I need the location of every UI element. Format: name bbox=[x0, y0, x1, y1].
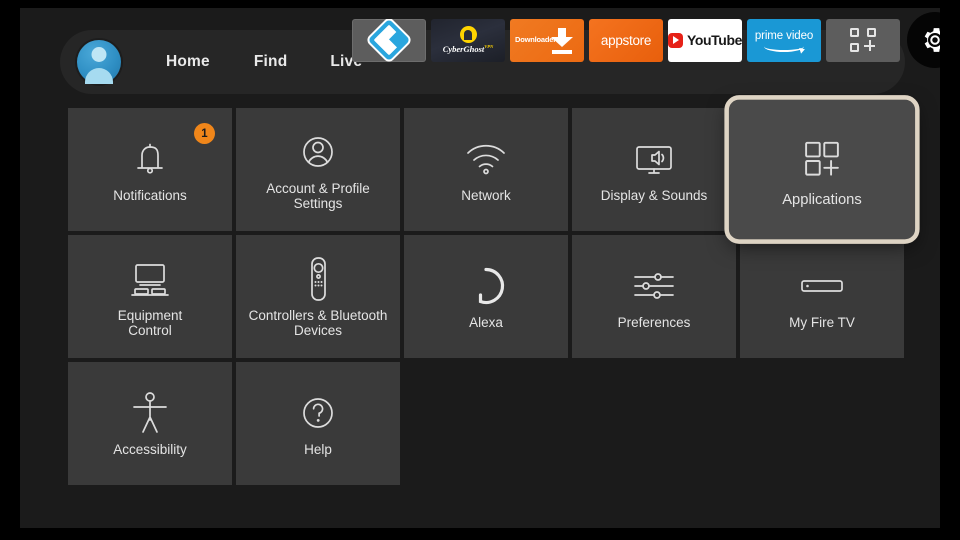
firestick-icon bbox=[798, 263, 846, 309]
download-arrow-icon bbox=[551, 27, 573, 54]
bell-icon bbox=[128, 136, 172, 182]
app-icon-kodi[interactable] bbox=[352, 18, 426, 62]
avatar-body bbox=[85, 68, 113, 84]
kodi-logo-icon bbox=[367, 18, 411, 62]
tile-preferences[interactable]: Preferences bbox=[572, 235, 736, 358]
app-grid-icon bbox=[797, 131, 847, 183]
tile-help[interactable]: Help bbox=[236, 362, 400, 485]
app-icon-youtube[interactable]: YouTube bbox=[668, 18, 742, 62]
wifi-icon bbox=[463, 136, 509, 182]
tile-empty bbox=[572, 362, 736, 485]
tile-label: Account & Profile Settings bbox=[266, 180, 370, 211]
app-icon-appstore[interactable]: appstore bbox=[589, 18, 663, 62]
accessibility-icon bbox=[130, 390, 170, 436]
gear-icon bbox=[924, 28, 940, 52]
tile-empty bbox=[404, 362, 568, 485]
person-icon bbox=[296, 129, 340, 175]
notifications-badge: 1 bbox=[194, 123, 215, 144]
question-circle-icon bbox=[296, 390, 340, 436]
tile-controllers-and-bluetooth-devices[interactable]: Controllers & Bluetooth Devices bbox=[236, 235, 400, 358]
tile-label: Alexa bbox=[469, 315, 503, 330]
tile-account-profile-settings[interactable]: Account & Profile Settings bbox=[236, 108, 400, 231]
nav-item-home[interactable]: Home bbox=[166, 53, 210, 71]
tile-label: Applications bbox=[782, 190, 862, 208]
amazon-smile-icon bbox=[764, 41, 804, 52]
app-grid-plus-icon bbox=[850, 28, 876, 52]
appstore-label: appstore bbox=[600, 32, 652, 48]
fire-tv-screen: Home Find Live CyberGhostVPN Downloader … bbox=[20, 8, 940, 528]
app-icon-cyberghost[interactable]: CyberGhostVPN bbox=[431, 18, 505, 62]
profile-avatar[interactable] bbox=[77, 40, 121, 84]
downloader-label: Downloader bbox=[515, 34, 556, 44]
tile-label: Accessibility bbox=[113, 442, 187, 457]
remote-icon bbox=[303, 256, 333, 302]
tv-equipment-icon bbox=[127, 256, 173, 302]
app-icon-downloader[interactable]: Downloader bbox=[510, 18, 584, 62]
tile-label: Equipment Control bbox=[117, 307, 183, 338]
app-icon-prime-video[interactable]: prime video bbox=[747, 18, 821, 62]
tile-label: Display & Sounds bbox=[600, 188, 708, 203]
tile-label: Preferences bbox=[617, 315, 691, 330]
avatar-head bbox=[91, 47, 107, 62]
settings-grid: 1 Notifications Account & Profile Settin… bbox=[68, 95, 920, 485]
tile-label: Controllers & Bluetooth Devices bbox=[248, 307, 388, 338]
cyberghost-ghost-icon bbox=[459, 26, 477, 43]
app-shortcut-strip: CyberGhostVPN Downloader appstore YouTub… bbox=[352, 12, 940, 68]
tile-label: My Fire TV bbox=[789, 315, 855, 330]
tile-notifications[interactable]: 1 Notifications bbox=[68, 108, 232, 231]
app-icon-see-all-apps[interactable] bbox=[826, 18, 900, 62]
tile-empty bbox=[740, 362, 904, 485]
tv-speaker-icon bbox=[631, 136, 677, 182]
tile-label: Help bbox=[304, 442, 332, 457]
tile-label: Network bbox=[461, 188, 511, 203]
youtube-play-icon bbox=[668, 32, 683, 48]
nav-item-find[interactable]: Find bbox=[254, 53, 288, 71]
youtube-label: YouTube bbox=[686, 32, 742, 48]
tile-my-fire-tv[interactable]: My Fire TV bbox=[740, 235, 904, 358]
settings-button[interactable] bbox=[907, 12, 940, 68]
tile-label: Notifications bbox=[113, 188, 187, 203]
sliders-icon bbox=[630, 263, 678, 309]
cyberghost-label: CyberGhostVPN bbox=[442, 44, 494, 54]
tile-applications[interactable]: Applications bbox=[724, 95, 920, 244]
alexa-ring-icon bbox=[465, 263, 507, 309]
tile-alexa[interactable]: Alexa bbox=[404, 235, 568, 358]
tile-network[interactable]: Network bbox=[404, 108, 568, 231]
tile-accessibility[interactable]: Accessibility bbox=[68, 362, 232, 485]
tile-equipment-control[interactable]: Equipment Control bbox=[68, 235, 232, 358]
tile-display-and-sounds[interactable]: Display & Sounds bbox=[572, 108, 736, 231]
